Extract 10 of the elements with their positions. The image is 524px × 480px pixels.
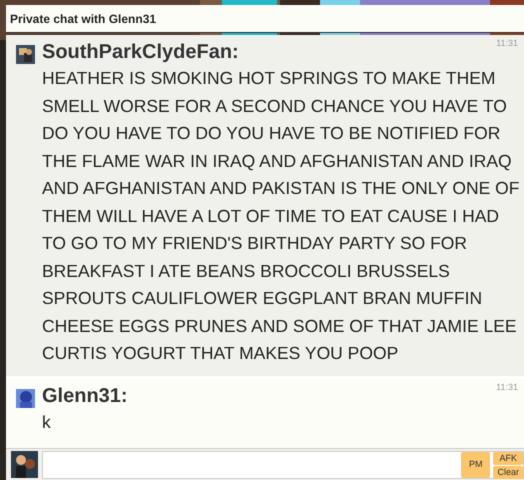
message-text: k [42, 410, 52, 434]
timestamp: 11:31 [496, 37, 518, 50]
avatar-icon [16, 45, 35, 64]
avatar-icon [11, 451, 38, 478]
author-name: Glenn31: [42, 384, 128, 408]
timestamp: 11:31 [496, 380, 518, 394]
avatar-icon [16, 388, 35, 408]
author-name: SouthParkClydeFan: [42, 40, 239, 65]
message-text: HEATHER IS SMOKING HOT SPRINGS TO MAKE THEM SMELL WORSE FOR A SECOND CHANCE YOU HAVE TO DO YOU HAVE TO DO YOU HAVE TO BE NOTIFIED FOR THE FLAME WAR IN IRAQ AND AFGHANISTAN AND IRAQ AND AFGHANISTAN AND PAKISTAN IS THE ONLY ONE OF THEM WILL HAVE A LOT OF TIME TO EAT CAUSE I HAD TO GO TO MY FRIEND'S BIRTHDAY PARTY SO FOR BREAKFAST I ATE BEANS BROCCOLI BRUSSELS SPROUTS CAULIFLOWER EGGPLANT BRAN MUFFIN CHEESE EGGS PRUNES AND SOME OF THAT JAMIE LEE CURTIS YOGURT THAT MAKES YOU POOP [42, 67, 520, 365]
window-title: Private chat with Glenn31 [10, 10, 156, 28]
